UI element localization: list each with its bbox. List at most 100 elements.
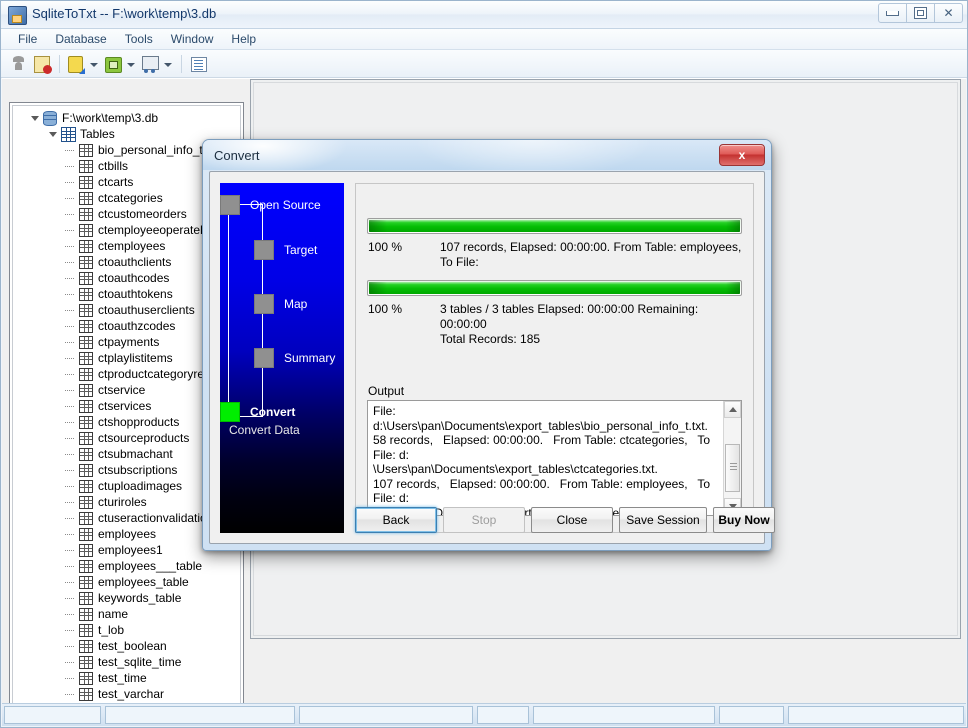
wizard-step-marker: [254, 240, 274, 260]
wizard-step-marker-active: [220, 402, 240, 422]
query-grid-dropdown-arrow-icon[interactable]: [162, 53, 173, 75]
tree-node-label: ctsubscriptions: [98, 463, 178, 477]
menu-item-help[interactable]: Help: [222, 30, 265, 48]
tree-line-icon: [64, 526, 77, 542]
tree-node-label: ctemployees: [98, 239, 166, 253]
maximize-button[interactable]: [906, 3, 935, 23]
tree-line-icon: [64, 190, 77, 206]
table-icon: [77, 350, 94, 366]
wizard-step-summary[interactable]: Summary: [254, 348, 335, 368]
title-bar: SqliteToTxt -- F:\work\temp\3.db ✕: [1, 1, 967, 29]
tree-line-icon: [64, 638, 77, 654]
wizard-step-marker: [254, 294, 274, 314]
expander-icon[interactable]: [46, 126, 59, 142]
tree-node-label: t_lob: [98, 623, 125, 637]
menu-item-tools[interactable]: Tools: [116, 30, 162, 48]
table-icon: [77, 622, 94, 638]
maximize-icon: [914, 7, 927, 19]
scrollbar-thumb[interactable]: [725, 444, 740, 492]
wizard-steps-panel: Open Source Target Map Summary Convert C…: [220, 183, 344, 533]
dialog-button-row: Back Stop Close Save Session Buy Now: [355, 507, 775, 533]
tree-line-icon: [64, 686, 77, 702]
tree-node-table[interactable]: name: [19, 606, 240, 622]
open-database-dropdown-arrow-icon[interactable]: [88, 53, 99, 75]
table-icon: [77, 142, 94, 158]
tree-line-icon: [64, 542, 77, 558]
table-icon: [77, 414, 94, 430]
minimize-button[interactable]: [878, 3, 907, 23]
convert-dialog-close-button[interactable]: x: [719, 144, 765, 166]
table-icon: [77, 558, 94, 574]
tree-line-icon: [64, 606, 77, 622]
convert-dialog-title-bar: [203, 140, 771, 170]
menu-item-window[interactable]: Window: [162, 30, 223, 48]
minimize-icon: [886, 10, 899, 16]
tree-node-label: ctoauthcodes: [98, 271, 170, 285]
status-bar: [2, 703, 966, 726]
close-button[interactable]: Close: [531, 507, 613, 533]
tree-node-table[interactable]: employees___table: [19, 558, 240, 574]
table-icon: [77, 574, 94, 590]
table-icon: [77, 542, 94, 558]
tree-node-table[interactable]: test_varchar: [19, 686, 240, 702]
close-icon: ✕: [943, 6, 954, 20]
main-window: SqliteToTxt -- F:\work\temp\3.db ✕ File …: [0, 0, 968, 728]
tree-line-icon: [64, 270, 77, 286]
output-textbox[interactable]: File: d:\Users\pan\Documents\export_tabl…: [367, 400, 742, 516]
back-button[interactable]: Back: [355, 507, 437, 533]
convert-dialog-body: Open Source Target Map Summary Convert C…: [209, 171, 775, 544]
status-panel-7: [788, 706, 964, 724]
expander-icon[interactable]: [28, 110, 41, 126]
wizard-step-target[interactable]: Target: [254, 240, 317, 260]
tree-node-table[interactable]: test_sqlite_time: [19, 654, 240, 670]
menu-item-database[interactable]: Database: [46, 30, 115, 48]
stop-button[interactable]: Stop: [443, 507, 525, 533]
export-table-dropdown-arrow-icon[interactable]: [125, 53, 136, 75]
buy-now-button[interactable]: Buy Now: [713, 507, 775, 533]
table-icon: [77, 334, 94, 350]
tree-node-table[interactable]: keywords_table: [19, 590, 240, 606]
tree-node-root[interactable]: F:\work\temp\3.db: [19, 110, 240, 126]
tree-node-table[interactable]: test_boolean: [19, 638, 240, 654]
tree-line-icon: [64, 206, 77, 222]
tree-node-table[interactable]: employees_table: [19, 574, 240, 590]
tree-node-label: ctoauthtokens: [98, 287, 173, 301]
tree-node-label: keywords_table: [98, 591, 182, 605]
wizard-caption: Convert Data: [229, 423, 300, 437]
menu-item-file[interactable]: File: [9, 30, 46, 48]
tree-line-icon: [64, 414, 77, 430]
tree-line-icon: [64, 510, 77, 526]
output-scrollbar[interactable]: [723, 401, 741, 515]
query-grid-button[interactable]: [139, 53, 161, 75]
tree-line-icon: [64, 558, 77, 574]
window-title: SqliteToTxt -- F:\work\temp\3.db: [32, 6, 217, 21]
export-table-button[interactable]: [102, 53, 124, 75]
save-session-button[interactable]: Save Session: [619, 507, 707, 533]
overall-progress-fill: [369, 282, 740, 294]
table-icon: [77, 494, 94, 510]
wizard-step-map[interactable]: Map: [254, 294, 307, 314]
window-controls: ✕: [878, 3, 963, 25]
tree-node-label: employees_table: [98, 575, 189, 589]
status-panel-1: [4, 706, 101, 724]
tree-node-label: F:\work\temp\3.db: [62, 111, 159, 125]
tree-node-label: name: [98, 607, 129, 621]
open-database-button[interactable]: [65, 53, 87, 75]
close-button[interactable]: ✕: [934, 3, 963, 23]
convert-progress-pane: 100 % 107 records, Elapsed: 00:00:00. Fr…: [355, 183, 754, 533]
table-progress-detail: 107 records, Elapsed: 00:00:00. From Tab…: [440, 240, 742, 269]
wizard-step-open-source[interactable]: Open Source: [220, 195, 321, 215]
tree-node-label: ctservices: [98, 399, 152, 413]
user-icon-button[interactable]: [8, 53, 30, 75]
table-icon: [77, 174, 94, 190]
table-icon: [77, 190, 94, 206]
locked-database-button[interactable]: [31, 53, 53, 75]
tree-line-icon: [64, 670, 77, 686]
tree-node-table[interactable]: t_lob: [19, 622, 240, 638]
wizard-step-convert[interactable]: Convert: [220, 402, 295, 422]
table-icon: [77, 686, 94, 702]
scroll-up-button[interactable]: [724, 401, 741, 418]
tree-line-icon: [64, 494, 77, 510]
tree-node-table[interactable]: test_time: [19, 670, 240, 686]
list-view-button[interactable]: [187, 53, 209, 75]
